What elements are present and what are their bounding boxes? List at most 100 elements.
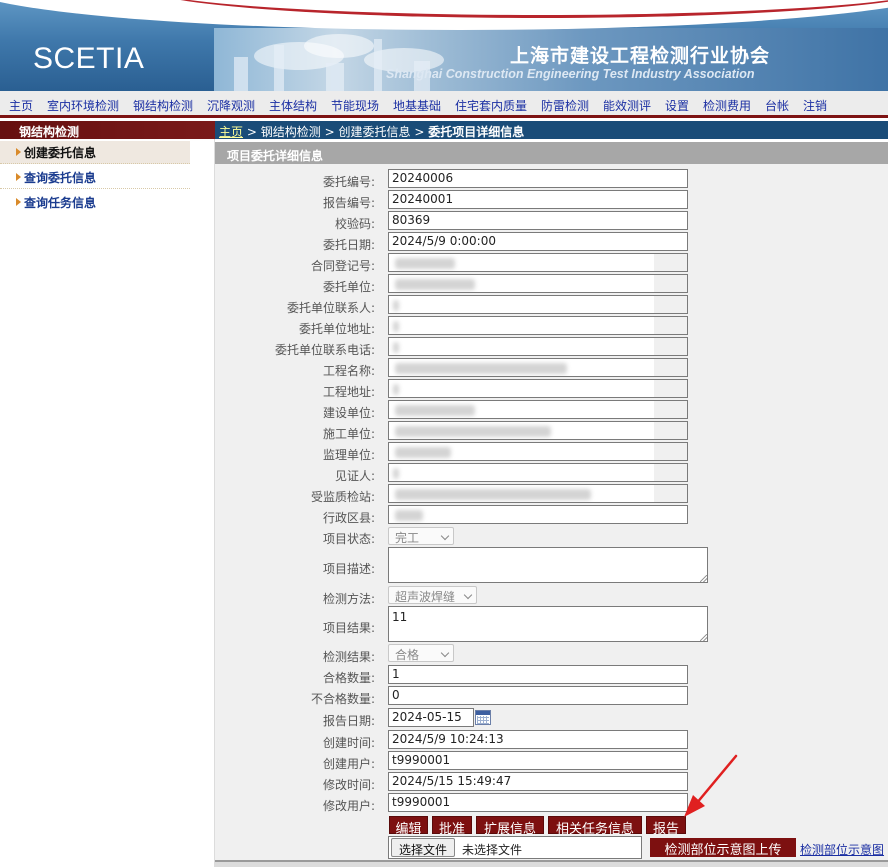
project-desc-textarea[interactable]	[388, 547, 708, 583]
report-button[interactable]: 报告	[646, 816, 686, 837]
construction-unit-field[interactable]	[388, 421, 688, 440]
test-result-select[interactable]: 合格	[388, 644, 454, 662]
sidebar-item-query-entrust[interactable]: 查询委托信息	[0, 166, 190, 189]
nav-housing-quality[interactable]: 住宅套内质量	[455, 97, 527, 114]
label-test-method: 检测方法:	[322, 592, 375, 606]
modified-user-field[interactable]: t9990001	[388, 793, 688, 812]
created-time-field[interactable]: 2024/5/9 10:24:13	[388, 730, 688, 749]
file-input[interactable]: 选择文件 未选择文件	[388, 836, 642, 859]
nav-energy-eval[interactable]: 能效测评	[603, 97, 651, 114]
redacted-value	[395, 426, 551, 437]
breadcrumb-create[interactable]: 创建委托信息	[338, 125, 410, 139]
breadcrumb-home[interactable]: 主页	[219, 125, 243, 139]
edit-button[interactable]: 编辑	[389, 816, 428, 837]
redacted-value	[395, 510, 423, 521]
quality-station-field[interactable]	[388, 484, 688, 503]
triangle-bullet-icon	[16, 173, 21, 181]
label-entrust-address: 委托单位地址:	[298, 322, 375, 336]
label-entrust-date: 委托日期:	[322, 238, 375, 252]
label-test-result: 检测结果:	[322, 650, 375, 664]
redacted-value	[395, 363, 567, 374]
nav-logout[interactable]: 注销	[803, 97, 827, 114]
diagram-link[interactable]: 检测部位示意图	[800, 841, 884, 858]
build-unit-field[interactable]	[388, 400, 688, 419]
report-date-field[interactable]: 2024-05-15	[388, 708, 474, 727]
nav-steel-structure[interactable]: 钢结构检测	[133, 97, 193, 114]
upload-diagram-button[interactable]: 检测部位示意图上传	[650, 838, 796, 858]
qualified-count-field[interactable]: 1	[388, 665, 688, 684]
nav-energy-site[interactable]: 节能现场	[331, 97, 379, 114]
chevron-down-icon	[440, 648, 450, 658]
label-entrust-unit: 委托单位:	[322, 280, 375, 294]
site-logo: SCETIA	[33, 42, 145, 75]
check-code-field[interactable]: 80369	[388, 211, 688, 230]
breadcrumb: 主页 > 钢结构检测 > 创建委托信息 > 委托项目详细信息	[215, 121, 888, 139]
label-project-address: 工程地址:	[322, 385, 375, 399]
redacted-value	[393, 300, 399, 311]
label-created-user: 创建用户:	[322, 757, 375, 771]
project-address-field[interactable]	[388, 379, 688, 398]
sidebar-item-query-task[interactable]: 查询任务信息	[0, 191, 190, 214]
entrust-contact-field[interactable]	[388, 295, 688, 314]
approve-button[interactable]: 批准	[432, 816, 472, 837]
entrust-phone-field[interactable]	[388, 337, 688, 356]
project-conclusion-textarea[interactable]: 11	[388, 606, 708, 642]
entrust-no-field[interactable]: 20240006	[388, 169, 688, 188]
calendar-icon[interactable]	[475, 710, 491, 725]
related-tasks-button[interactable]: 相关任务信息	[548, 816, 642, 837]
report-no-field[interactable]: 20240001	[388, 190, 688, 209]
choose-file-button[interactable]: 选择文件	[391, 838, 455, 857]
label-report-no: 报告编号:	[322, 196, 375, 210]
entrust-unit-field[interactable]	[388, 274, 688, 293]
breadcrumb-current: 委托项目详细信息	[428, 125, 525, 139]
label-project-name: 工程名称:	[322, 364, 375, 378]
label-project-status: 项目状态:	[322, 532, 375, 546]
org-name-cn: 上海市建设工程检测行业协会	[510, 45, 771, 67]
label-project-desc: 项目描述:	[322, 562, 375, 576]
nav-home[interactable]: 主页	[9, 97, 33, 114]
nav-ledger[interactable]: 台帐	[765, 97, 789, 114]
sidebar-item-create-entrust[interactable]: 创建委托信息	[0, 141, 190, 164]
redacted-value	[395, 489, 591, 500]
test-method-select[interactable]: 超声波焊缝	[388, 586, 477, 604]
contract-no-field[interactable]	[388, 253, 688, 272]
redacted-value	[395, 258, 455, 269]
section-title: 项目委托详细信息	[215, 142, 888, 164]
redacted-value	[395, 279, 475, 290]
label-created-time: 创建时间:	[322, 736, 375, 750]
project-status-select[interactable]: 完工	[388, 527, 454, 545]
created-user-field[interactable]: t9990001	[388, 751, 688, 770]
label-report-date: 报告日期:	[322, 714, 375, 728]
modified-time-field[interactable]: 2024/5/15 15:49:47	[388, 772, 688, 791]
unqualified-count-field[interactable]: 0	[388, 686, 688, 705]
entrust-address-field[interactable]	[388, 316, 688, 335]
witness-field[interactable]	[388, 463, 688, 482]
district-field[interactable]	[388, 505, 688, 524]
extend-info-button[interactable]: 扩展信息	[476, 816, 544, 837]
breadcrumb-steel[interactable]: 钢结构检测	[261, 125, 321, 139]
nav-foundation[interactable]: 地基基础	[393, 97, 441, 114]
label-qualified-count: 合格数量:	[322, 671, 375, 685]
label-check-code: 校验码:	[334, 217, 375, 231]
label-construction-unit: 施工单位:	[322, 427, 375, 441]
supervision-unit-field[interactable]	[388, 442, 688, 461]
label-modified-user: 修改用户:	[322, 799, 375, 813]
nav-test-fees[interactable]: 检测费用	[703, 97, 751, 114]
label-witness: 见证人:	[334, 469, 375, 483]
nav-indoor-env[interactable]: 室内环境检测	[47, 97, 119, 114]
label-modified-time: 修改时间:	[322, 778, 375, 792]
project-name-field[interactable]	[388, 358, 688, 377]
entrust-date-field[interactable]: 2024/5/9 0:00:00	[388, 232, 688, 251]
nav-lightning[interactable]: 防雷检测	[541, 97, 589, 114]
bottom-divider	[215, 860, 888, 867]
header-banner: SCETIA 上海市建设工程检测行业协会 Shanghai Constructi…	[0, 0, 888, 91]
org-name-en: Shanghai Construction Engineering Test I…	[386, 67, 755, 81]
label-entrust-contact: 委托单位联系人:	[286, 301, 375, 315]
nav-settings[interactable]: 设置	[665, 97, 689, 114]
nav-main-structure[interactable]: 主体结构	[269, 97, 317, 114]
nav-settlement[interactable]: 沉降观测	[207, 97, 255, 114]
redacted-value	[393, 384, 399, 395]
sidebar-item-label: 查询任务信息	[24, 196, 97, 210]
sidebar-title: 钢结构检测	[0, 121, 215, 139]
label-unqualified-count: 不合格数量:	[310, 692, 375, 706]
